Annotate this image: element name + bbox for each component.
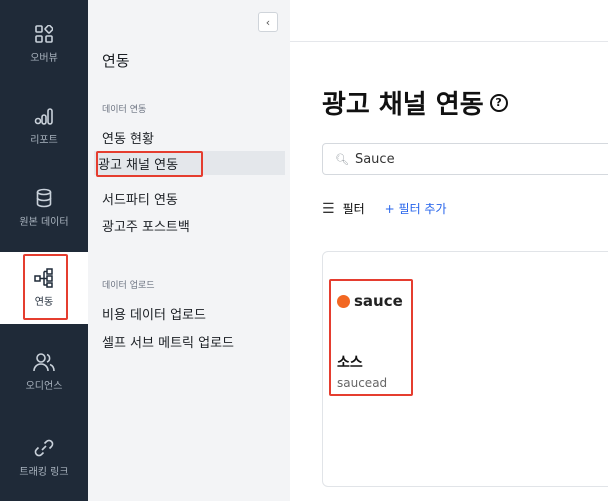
link-icon [32,436,56,460]
search-input[interactable]: 🔍︎ Sauce [322,143,608,175]
sidebar-section-data-integration: 데이터 연동 [102,105,147,115]
sidebar [88,0,290,501]
rail-label: 연동 [34,297,54,308]
filter-bar: ☰ 필터 + 필터 추가 [322,200,447,217]
rail-item-audience[interactable]: 오디언스 [0,350,88,392]
collapse-button[interactable]: ‹ [258,12,278,32]
rail-label: 오디언스 [25,381,63,392]
left-rail: 오버뷰 리포트 원본 데이터 연동 오디언스 트래킹 링크 [0,0,88,501]
sidebar-title: 연동 [102,52,130,70]
sidebar-item-third-party[interactable]: 서드파티 연동 [102,189,178,208]
help-icon[interactable]: ? [489,93,508,112]
rail-item-tracking-link[interactable]: 트래킹 링크 [0,436,88,478]
sidebar-item-self-serve-metric[interactable]: 셀프 서브 메트릭 업로드 [102,332,234,351]
filter-button[interactable]: 필터 [343,200,365,217]
hierarchy-icon [32,266,56,290]
rail-item-overview[interactable]: 오버뷰 [0,22,88,64]
rail-item-raw-data[interactable]: 원본 데이터 [0,186,88,228]
sauce-logo-icon [337,294,350,308]
sidebar-item-cost-upload[interactable]: 비용 데이터 업로드 [102,304,206,323]
page-title: 광고 채널 연동 ? [322,84,508,121]
sidebar-section-data-upload: 데이터 업로드 [102,281,155,291]
chevron-left-icon: ‹ [265,15,271,29]
database-icon [32,186,56,210]
card-name: 소스 [337,355,363,371]
page-title-text: 광고 채널 연동 [322,90,484,120]
rail-label: 리포트 [30,135,58,146]
search-icon: 🔍︎ [335,152,349,166]
sidebar-item-advertiser-postback[interactable]: 광고주 포스트백 [102,216,190,235]
channel-card[interactable] [322,251,608,487]
top-bar [290,0,608,42]
sauce-logo: sauce [337,292,403,310]
add-filter-button[interactable]: + 필터 추가 [385,200,447,217]
grid-icon [32,22,56,46]
users-icon [32,350,56,374]
sidebar-item-label: 광고 채널 연동 [98,158,179,173]
rail-label: 오버뷰 [30,53,58,64]
rail-label: 원본 데이터 [19,217,69,228]
sidebar-item-integration-status[interactable]: 연동 현황 [102,128,154,147]
sauce-logo-text: sauce [354,292,403,310]
rail-label: 트래킹 링크 [19,467,69,478]
search-value: Sauce [354,151,395,167]
bar-chart-icon [32,104,56,128]
rail-item-integration[interactable]: 연동 [0,252,88,324]
filter-icon: ☰ [322,200,335,217]
sidebar-item-ad-channel[interactable]: 광고 채널 연동 [94,151,285,175]
card-subtitle: saucead [337,376,388,390]
rail-item-report[interactable]: 리포트 [0,104,88,146]
